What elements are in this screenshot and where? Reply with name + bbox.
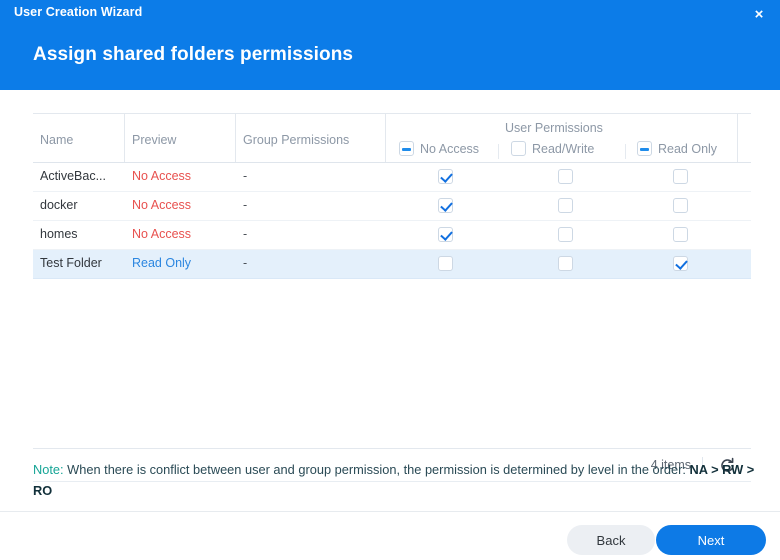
row-checkbox-no-access[interactable]: [438, 227, 453, 242]
row-checkbox-read-only[interactable]: [673, 227, 688, 242]
button-bar-divider: [0, 511, 780, 512]
row-checkbox-no-access[interactable]: [438, 169, 453, 184]
header-no-access-label: No Access: [420, 141, 480, 156]
header-no-access-toggle[interactable]: No Access: [399, 141, 479, 156]
column-divider: [737, 114, 738, 162]
close-icon[interactable]: ×: [748, 4, 770, 26]
subcolumn-divider: [498, 144, 499, 159]
cell-group-permissions: -: [243, 227, 248, 241]
row-checkbox-read-only[interactable]: [673, 256, 688, 271]
row-checkbox-read-write[interactable]: [558, 198, 573, 213]
cell-group-permissions: -: [243, 256, 248, 270]
note-label: Note:: [33, 462, 64, 477]
read-only-header-checkbox[interactable]: [637, 141, 652, 156]
cell-group-permissions: -: [243, 198, 248, 212]
row-checkbox-read-only[interactable]: [673, 198, 688, 213]
table-header-row: Name Preview Group Permissions User Perm…: [33, 113, 751, 163]
header-read-only-toggle[interactable]: Read Only: [637, 141, 717, 156]
cell-preview: Read Only: [132, 256, 192, 270]
header-read-only-label: Read Only: [658, 141, 718, 156]
cell-preview: No Access: [132, 198, 192, 212]
no-access-header-checkbox[interactable]: [399, 141, 414, 156]
row-checkbox-read-only[interactable]: [673, 169, 688, 184]
cell-name: Test Folder: [40, 256, 102, 270]
table-row[interactable]: docker No Access -: [33, 192, 751, 221]
row-checkbox-read-write[interactable]: [558, 256, 573, 271]
cell-preview: No Access: [132, 227, 192, 241]
back-button[interactable]: Back: [567, 525, 655, 555]
window-title: User Creation Wizard: [14, 5, 143, 19]
column-divider: [235, 114, 236, 162]
column-header-name[interactable]: Name: [40, 133, 73, 147]
table-body: ActiveBac... No Access - docker No Access - ho…: [33, 163, 751, 449]
column-header-group-permissions[interactable]: Group Permissions: [243, 133, 349, 147]
table-row[interactable]: homes No Access -: [33, 221, 751, 250]
cell-name: ActiveBac...: [40, 169, 106, 183]
row-checkbox-read-write[interactable]: [558, 169, 573, 184]
note-body: When there is conflict between user and …: [63, 462, 690, 477]
page-title: Assign shared folders permissions: [33, 44, 354, 65]
next-button[interactable]: Next: [656, 525, 766, 555]
cell-preview: No Access: [132, 169, 192, 183]
cell-name: docker: [40, 198, 78, 212]
table-row[interactable]: ActiveBac... No Access -: [33, 163, 751, 192]
header-read-write-toggle[interactable]: Read/Write: [511, 141, 594, 156]
cell-name: homes: [40, 227, 78, 241]
row-checkbox-no-access[interactable]: [438, 198, 453, 213]
read-write-header-checkbox[interactable]: [511, 141, 526, 156]
header-read-write-label: Read/Write: [532, 141, 595, 156]
subcolumn-divider: [625, 144, 626, 159]
dialog-header: User Creation Wizard × Assign shared fol…: [0, 0, 780, 90]
row-checkbox-read-write[interactable]: [558, 227, 573, 242]
column-divider: [124, 114, 125, 162]
column-header-user-permissions: User Permissions: [505, 121, 603, 135]
permission-note: Note: When there is conflict between use…: [33, 459, 755, 501]
column-header-preview[interactable]: Preview: [132, 133, 176, 147]
table-row[interactable]: Test Folder Read Only -: [33, 250, 751, 279]
column-divider: [385, 114, 386, 162]
cell-group-permissions: -: [243, 169, 248, 183]
user-creation-wizard-dialog: User Creation Wizard × Assign shared fol…: [0, 0, 780, 560]
row-checkbox-no-access[interactable]: [438, 256, 453, 271]
shared-folders-permissions-table: Name Preview Group Permissions User Perm…: [33, 113, 751, 482]
